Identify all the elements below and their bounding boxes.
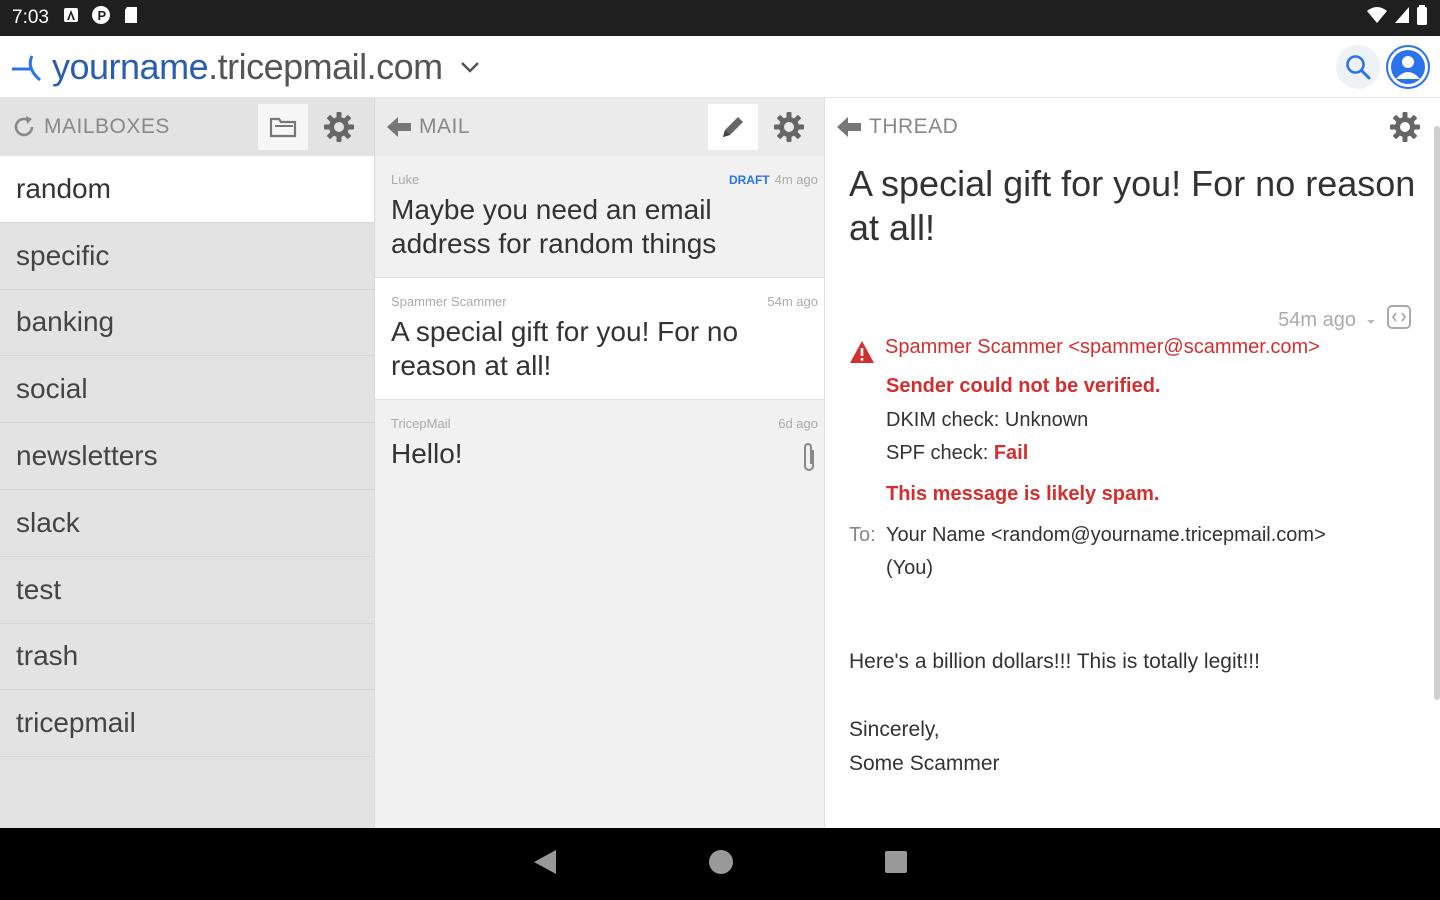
message-sender: Luke (391, 172, 420, 187)
mail-header: MAIL (375, 98, 824, 156)
home-nav-icon[interactable] (708, 849, 734, 880)
status-bar: 7:03 P (0, 0, 1440, 36)
mail-pane: MAIL Luke DRAFT 4m ago Maybe you need an … (374, 98, 824, 828)
mailbox-item-slack[interactable]: slack (0, 490, 374, 557)
message-time: 4m ago (774, 172, 818, 187)
gear-icon (774, 112, 804, 142)
message-time: 54m ago (767, 294, 818, 309)
chevron-down-icon[interactable] (457, 54, 483, 80)
message-detail: 54m ago Spammer Scammer <spammer@scammer… (849, 305, 1412, 781)
refresh-icon[interactable] (10, 113, 38, 141)
mailbox-item-tricepmail[interactable]: tricepmail (0, 690, 374, 758)
caret-down-icon[interactable] (1366, 309, 1376, 332)
message-list-item[interactable]: Luke DRAFT 4m ago Maybe you need an email… (375, 156, 824, 278)
mailbox-list: random specific banking social newsletters sl… (0, 156, 374, 758)
mailboxes-pane: MAILBOXES random specific banking social new… (0, 98, 374, 828)
cell-signal-icon (1394, 6, 1410, 30)
message-subject: Maybe you need an email address for rand… (391, 194, 717, 259)
back-arrow-icon[interactable] (835, 113, 863, 141)
mailbox-item-trash[interactable]: trash (0, 624, 374, 691)
wifi-icon (1366, 6, 1388, 30)
recipient-address[interactable]: Your Name <random@yourname.tricepmail.co… (886, 524, 1326, 546)
thread-settings-button[interactable] (1380, 104, 1430, 150)
account-username: yourname (52, 45, 209, 87)
spf-check-result: Fail (993, 442, 1029, 464)
message-sender: Spammer Scammer (391, 294, 507, 309)
message-list-item[interactable]: Spammer Scammer 54m ago A special gift f… (375, 278, 824, 400)
view-source-icon[interactable] (1386, 304, 1412, 336)
message-time: 6d ago (778, 416, 818, 431)
back-arrow-icon[interactable] (385, 113, 413, 141)
account-domain-suffix: .tricepmail.com (208, 45, 443, 87)
search-icon (1346, 54, 1371, 79)
spam-notice: This message is likely spam. (886, 482, 1160, 505)
message-subject: A special gift for you! For no reason at… (391, 316, 739, 381)
notification-p-icon: P (91, 5, 111, 31)
pencil-icon (723, 117, 743, 137)
mailboxes-header: MAILBOXES (0, 98, 374, 156)
back-nav-icon[interactable] (532, 848, 558, 881)
folder-button[interactable] (258, 104, 308, 150)
sender-address[interactable]: Spammer Scammer <spammer@scammer.com> (885, 336, 1320, 359)
mailbox-item-newsletters[interactable]: newsletters (0, 423, 374, 490)
notification-a-icon (63, 7, 79, 29)
message-time: 54m ago (1278, 308, 1356, 331)
mailbox-item-social[interactable]: social (0, 356, 374, 424)
status-time: 7:03 (12, 7, 49, 28)
battery-icon (1416, 5, 1428, 31)
mailbox-item-specific[interactable]: specific (0, 223, 374, 290)
spf-check-label: SPF check: (886, 442, 994, 464)
compose-button[interactable] (708, 104, 758, 150)
gear-icon (1390, 112, 1420, 142)
recents-nav-icon[interactable] (884, 850, 908, 879)
tricepmail-logo-icon (10, 50, 44, 84)
thread-pane: THREAD A special gift for you! For no re… (824, 98, 1440, 828)
body-line: Some Scammer (849, 752, 1000, 775)
recipient-you-label: (You) (886, 557, 934, 579)
folder-icon (269, 117, 297, 138)
dkim-check: DKIM check: Unknown (886, 408, 1089, 431)
account-avatar-button[interactable] (1386, 44, 1430, 89)
mail-title: MAIL (419, 115, 471, 138)
body-line: Sincerely, (849, 718, 940, 741)
message-body: Here's a billion dollars!!! This is tota… (849, 645, 1412, 781)
sender-unverified-notice: Sender could not be verified. (886, 375, 1161, 397)
warning-icon (849, 340, 875, 364)
paperclip-icon (800, 440, 818, 474)
app-bar: yourname.tricepmail.com (0, 36, 1440, 98)
mail-settings-button[interactable] (764, 104, 814, 150)
mailbox-item-random[interactable]: random (0, 156, 374, 223)
mailbox-item-test[interactable]: test (0, 557, 374, 624)
body-line: Here's a billion dollars!!! This is tota… (849, 650, 1260, 673)
message-list-item[interactable]: TricepMail 6d ago Hello! (375, 400, 824, 522)
spf-check: SPF check: Fail (886, 437, 1412, 471)
mailbox-item-banking[interactable]: banking (0, 290, 374, 357)
thread-subject: A special gift for you! For no reason at… (849, 163, 1416, 248)
thread-title-label: THREAD (869, 115, 959, 138)
person-icon (1388, 46, 1428, 87)
account-domain-selector[interactable]: yourname.tricepmail.com (52, 46, 443, 88)
draft-badge: DRAFT (728, 173, 770, 187)
thread-scrollbar[interactable] (1434, 126, 1440, 700)
mailboxes-title: MAILBOXES (44, 115, 170, 138)
sd-card-icon (123, 6, 139, 30)
thread-header: THREAD (825, 98, 1440, 156)
message-sender: TricepMail (391, 416, 451, 431)
svg-text:P: P (97, 8, 106, 23)
message-subject: Hello! (391, 438, 463, 469)
recipient-row: To: Your Name <random@yourname.tricepmai… (849, 519, 1412, 585)
gear-icon (324, 112, 354, 142)
mailboxes-settings-button[interactable] (314, 104, 364, 150)
to-label: To: (849, 524, 876, 546)
system-nav-bar (0, 828, 1440, 900)
search-button[interactable] (1336, 44, 1380, 89)
